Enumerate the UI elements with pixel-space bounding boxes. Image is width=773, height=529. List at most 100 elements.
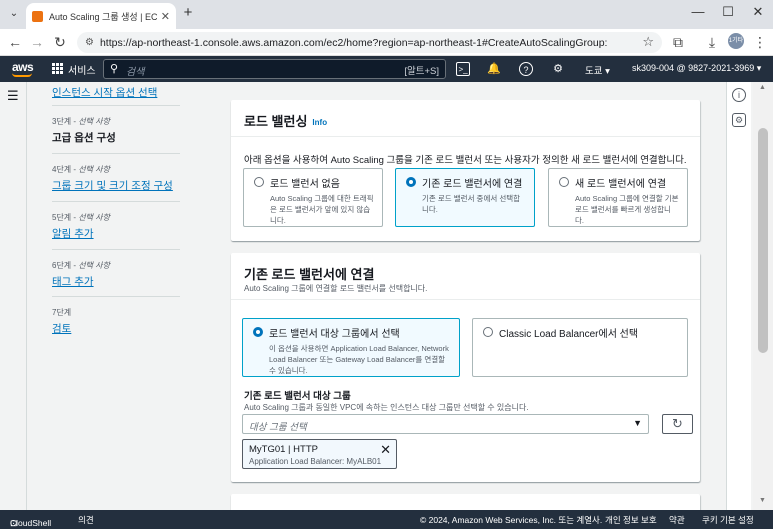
info-link[interactable]: Info: [312, 118, 327, 127]
option-new-load-balancer[interactable]: 새 로드 밸런서에 연결 Auto Scaling 그룹에 연결할 기본 로드 …: [548, 168, 688, 227]
back-icon[interactable]: ←: [6, 33, 24, 51]
extensions-icon[interactable]: ⧉: [669, 33, 687, 51]
target-group-label: 기존 로드 밸런서 대상 그룹: [244, 391, 351, 402]
step-item: 7단계 검토: [52, 307, 180, 336]
services-grid-icon[interactable]: [52, 63, 63, 74]
radio-new-load-balancer[interactable]: [559, 177, 569, 187]
settings-panel-icon[interactable]: ⚙: [732, 113, 746, 127]
cookie-settings-link[interactable]: 쿠키 기본 설정: [702, 514, 754, 526]
new-tab-icon[interactable]: +: [180, 5, 196, 21]
help-icon[interactable]: ?: [519, 62, 533, 76]
cloudshell-icon[interactable]: >_: [456, 62, 470, 76]
step-num-label: 4단계: [52, 165, 72, 174]
step-link-launch-options[interactable]: 인스턴스 시작 옵션 선택: [52, 85, 180, 100]
radio-from-target-groups[interactable]: [253, 327, 263, 337]
services-menu[interactable]: 서비스: [68, 62, 96, 77]
existing-lb-description: Auto Scaling 그룹에 연결할 로드 밸런서를 선택합니다.: [244, 284, 428, 293]
radio-no-load-balancer[interactable]: [254, 177, 264, 187]
browser-tab-bar: ⌄ Auto Scaling 그룹 생성 | EC2 | ap-no... ✕ …: [0, 0, 773, 29]
reload-icon[interactable]: ↻: [51, 33, 69, 51]
aws-top-nav: aws 서비스 ⚲ 검색 [알트+S] >_ 🔔 ? ⚙ 도쿄 ▾ sk309-…: [0, 56, 773, 82]
scrollbar-thumb[interactable]: [758, 128, 768, 353]
target-group-select[interactable]: 대상 그룹 선택 ▼: [242, 414, 649, 434]
radio-classic-load-balancer[interactable]: [483, 327, 493, 337]
option-description: Auto Scaling 그룹에 대한 트래픽은 로드 밸런서가 앞에 있지 않…: [270, 194, 374, 225]
settings-gear-icon[interactable]: ⚙: [551, 62, 565, 76]
remove-token-icon[interactable]: ✕: [380, 442, 391, 458]
tab-title: Auto Scaling 그룹 생성 | EC2 | ap-no...: [49, 11, 157, 22]
address-bar[interactable]: ⚙ https://ap-northeast-1.console.aws.ama…: [77, 32, 662, 53]
step-optional-label: 선택 사항: [78, 165, 110, 174]
step-number: 3단계 - 선택 사항: [52, 117, 110, 126]
profile-avatar[interactable]: 1기타: [728, 33, 744, 49]
option-classic-load-balancer[interactable]: Classic Load Balancer에서 선택: [472, 318, 688, 377]
step-optional-label: 선택 사항: [78, 117, 110, 126]
step-item: 인스턴스 시작 옵션 선택: [52, 82, 180, 100]
scroll-down-icon[interactable]: ▼: [759, 497, 766, 504]
step-num-label: 5단계: [52, 213, 72, 222]
cloudshell-label: CloudShell: [10, 518, 52, 528]
step-item: 4단계 - 선택 사항 그룹 크기 및 크기 조정 구성: [52, 164, 180, 193]
step-current-advanced-options: 고급 옵션 구성: [52, 132, 116, 144]
step-item: 6단계 - 선택 사항 태그 추가: [52, 260, 180, 289]
region-selector[interactable]: 도쿄 ▾: [585, 63, 610, 77]
tab-search-icon[interactable]: ⌄: [6, 6, 22, 22]
step-item: 5단계 - 선택 사항 알림 추가: [52, 212, 180, 241]
browser-tab[interactable]: Auto Scaling 그룹 생성 | EC2 | ap-no... ✕: [26, 3, 176, 29]
maximize-icon[interactable]: ☐: [713, 4, 743, 20]
aws-favicon-icon: [32, 10, 43, 22]
step-link-notifications[interactable]: 알림 추가: [52, 226, 180, 241]
option-description: 이 옵션을 사용하면 Application Load Balancer, Ne…: [269, 344, 449, 375]
card-header-divider: [231, 136, 700, 137]
account-menu[interactable]: sk309-004 @ 9827-2021-3969 ▾: [632, 63, 761, 74]
step-divider: [52, 201, 180, 202]
tab-close-icon[interactable]: ✕: [161, 10, 170, 23]
step-number: 6단계 - 선택 사항: [52, 261, 110, 270]
existing-load-balancer-card: 기존 로드 밸런서에 연결 Auto Scaling 그룹에 연결할 로드 밸런…: [231, 253, 700, 482]
step-link-group-size[interactable]: 그룹 크기 및 크기 조정 구성: [52, 178, 180, 193]
left-rail-divider: [26, 82, 27, 510]
page-scrollbar[interactable]: ▲ ▼: [753, 82, 773, 510]
option-existing-load-balancer[interactable]: 기존 로드 밸런서에 연결 기존 로드 밸런서 중에서 선택합니다.: [395, 168, 535, 227]
step-link-review[interactable]: 검토: [52, 321, 180, 336]
option-label: 새 로드 밸런서에 연결: [575, 179, 667, 190]
browser-toolbar: ← → ↻ ⚙ https://ap-northeast-1.console.a…: [0, 29, 773, 56]
load-balancing-title-text: 로드 밸런싱: [244, 114, 308, 129]
minimize-icon[interactable]: —: [683, 4, 713, 19]
step-link-tags[interactable]: 태그 추가: [52, 274, 180, 289]
hamburger-menu-icon[interactable]: ☰: [7, 88, 19, 104]
search-shortcut-hint: [알트+S]: [404, 66, 439, 77]
step-divider: [52, 249, 180, 250]
menu-dots-icon[interactable]: ⋮: [751, 33, 769, 51]
option-from-target-groups[interactable]: 로드 밸런서 대상 그룹에서 선택 이 옵션을 사용하면 Application…: [242, 318, 460, 377]
load-balancing-card: 로드 밸런싱 Info 아래 옵션을 사용하여 Auto Scaling 그룹을 …: [231, 100, 700, 241]
bookmark-star-icon[interactable]: ☆: [642, 34, 654, 50]
copyright-text: © 2024, Amazon Web Services, Inc. 또는 계열사…: [420, 515, 603, 525]
step-number: 7단계: [52, 308, 72, 317]
step-optional-label: 선택 사항: [78, 213, 110, 222]
info-panel-icon[interactable]: i: [732, 88, 746, 102]
window-close-icon[interactable]: ✕: [743, 4, 773, 20]
option-no-load-balancer[interactable]: 로드 밸런서 없음 Auto Scaling 그룹에 대한 트래픽은 로드 밸런…: [243, 168, 383, 227]
site-info-icon[interactable]: ⚙: [85, 37, 94, 48]
search-icon: ⚲: [110, 63, 119, 75]
privacy-link[interactable]: 개인 정보 보호: [605, 514, 657, 526]
refresh-icon: ↻: [672, 416, 683, 431]
notifications-bell-icon[interactable]: 🔔: [487, 62, 501, 76]
aws-search-input[interactable]: ⚲ 검색 [알트+S]: [103, 59, 446, 79]
aws-smile-icon: [12, 73, 32, 77]
radio-existing-load-balancer[interactable]: [406, 177, 416, 187]
refresh-button[interactable]: ↻: [662, 414, 693, 434]
feedback-link[interactable]: 의견: [78, 514, 94, 526]
terms-link[interactable]: 약관: [669, 514, 685, 526]
step-num-label: 3단계: [52, 117, 72, 126]
aws-logo[interactable]: aws: [12, 60, 34, 77]
option-label: 기존 로드 밸런서에 연결: [422, 179, 523, 190]
url-text: https://ap-northeast-1.console.aws.amazo…: [99, 36, 608, 49]
download-icon[interactable]: ⤓: [703, 33, 721, 51]
scroll-up-icon[interactable]: ▲: [759, 84, 766, 91]
card-header-divider: [231, 299, 700, 300]
token-load-balancer: Application Load Balancer: MyALB01: [249, 457, 382, 466]
forward-icon[interactable]: →: [28, 33, 46, 51]
token-name: MyTG01 | HTTP: [249, 444, 318, 455]
